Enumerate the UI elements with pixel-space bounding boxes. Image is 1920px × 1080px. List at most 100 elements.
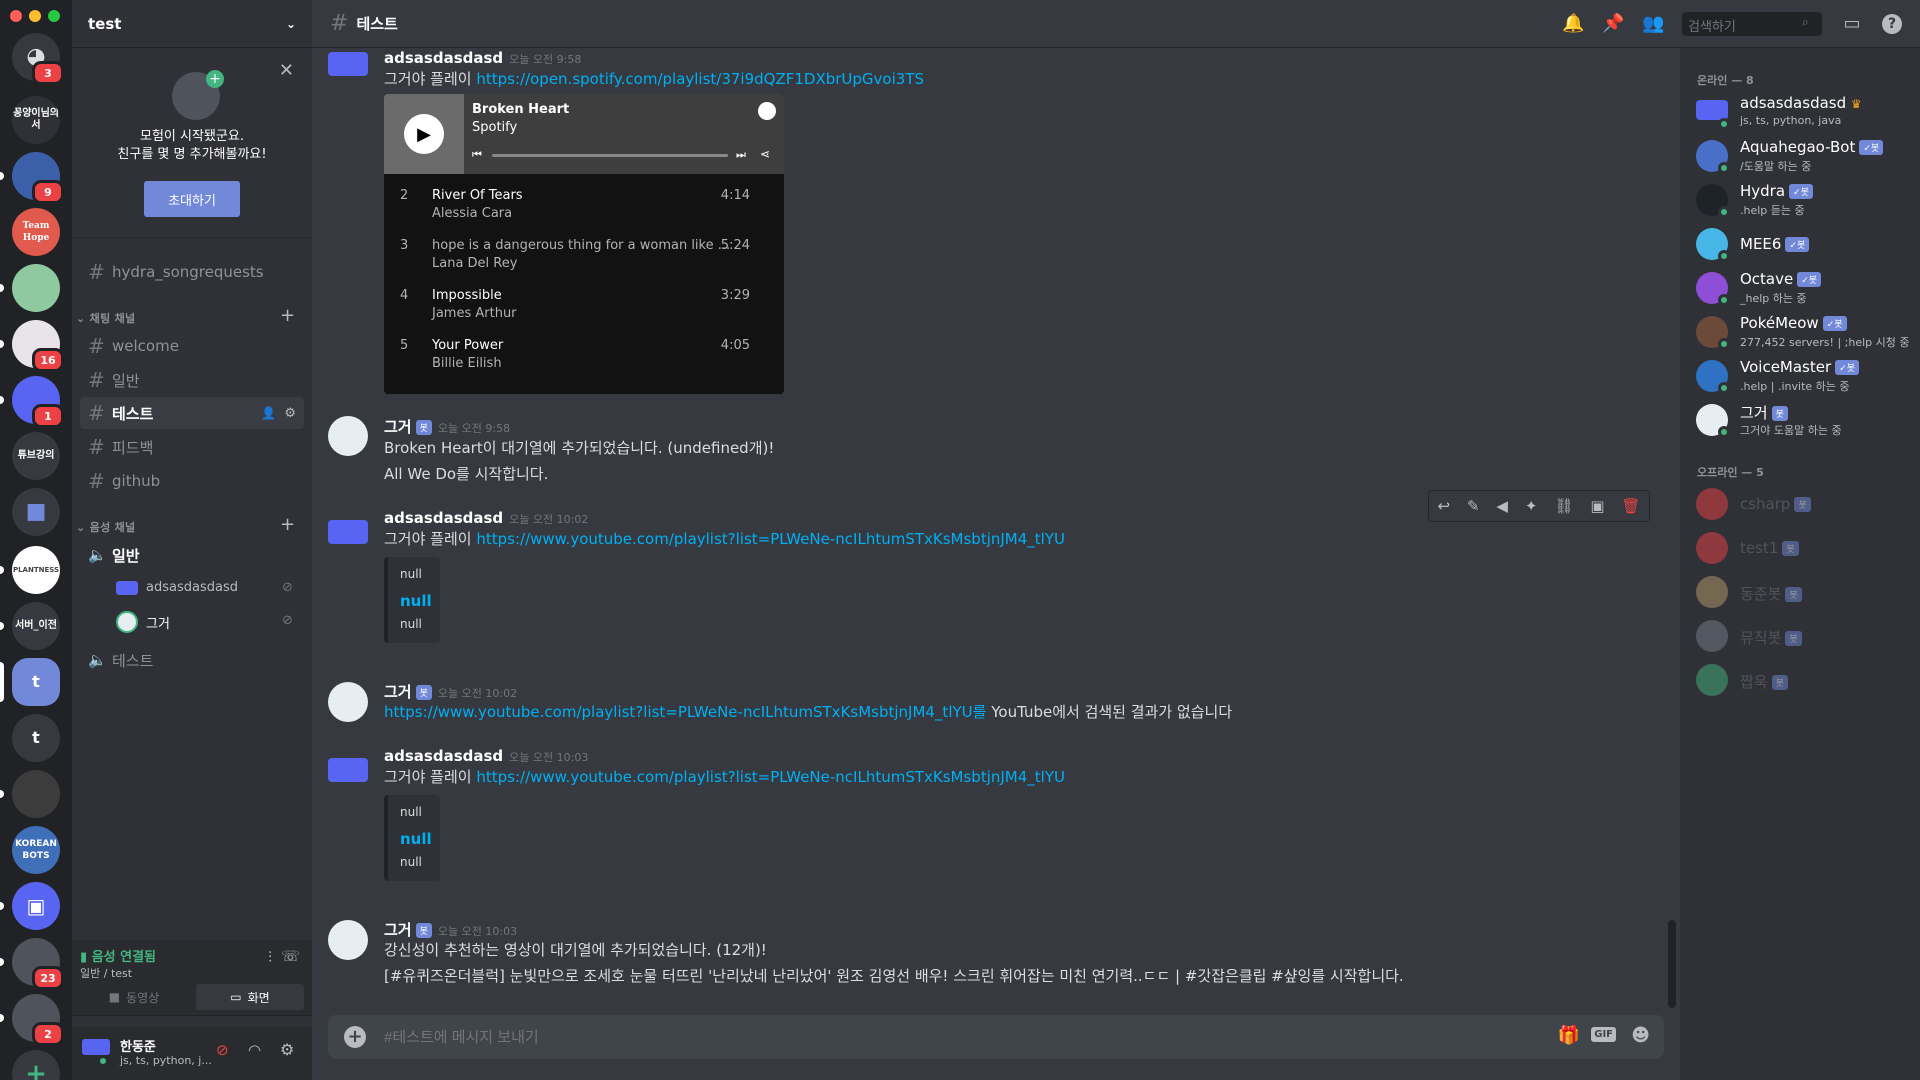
video-button[interactable]: ■ 동영상 (80, 984, 188, 1010)
server-icon[interactable]: 2 (0, 994, 64, 1046)
member-item[interactable]: 동준봇 봇 (1696, 572, 1916, 616)
add-channel-icon[interactable]: + (280, 514, 295, 535)
embed-title[interactable]: null (400, 830, 432, 855)
invite-member-icon[interactable]: 👤 (261, 406, 276, 420)
author-name[interactable]: adsasdasdasd (384, 747, 503, 765)
channel-test-selected[interactable]: # 테스트 👤 ⚙ (80, 397, 304, 429)
voice-channel-general[interactable]: 🔈 일반 (80, 539, 304, 571)
server-icon[interactable]: 16 (0, 320, 64, 372)
chat-scrollbar[interactable] (1668, 920, 1676, 1008)
pin-icon[interactable]: ✦ (1525, 497, 1538, 515)
server-icon[interactable]: 튜브강의 (12, 432, 60, 480)
share-icon[interactable]: ⋖ (760, 147, 770, 161)
embed-title[interactable]: null (400, 592, 432, 617)
member-item[interactable]: MEE6 ✓봇 (1696, 224, 1916, 268)
server-icon[interactable] (0, 264, 60, 312)
avatar[interactable] (328, 52, 368, 76)
server-icon[interactable]: KOREAN BOTS (12, 826, 60, 874)
voice-channel-test[interactable]: 🔈 테스트 (80, 644, 304, 676)
server-icon[interactable]: 23 (0, 938, 64, 990)
channel-hydra-songrequests[interactable]: # hydra_songrequests (80, 256, 304, 288)
member-item[interactable]: PokéMeow ✓봇 277,452 servers! | ;help 시청 중 (1696, 312, 1916, 356)
channel-general[interactable]: # 일반 (80, 364, 304, 396)
gear-icon[interactable]: ⚙ (284, 406, 296, 421)
member-item[interactable]: Hydra ✓봇 .help 듣는 중 (1696, 180, 1916, 224)
playlist-title[interactable]: Broken Heart (472, 102, 569, 117)
server-icon[interactable]: PLANTNESS (0, 546, 60, 594)
author-name[interactable]: adsasdasdasd (384, 509, 503, 527)
voice-location[interactable]: 일반 / test (80, 965, 132, 981)
previous-icon[interactable]: ⏮ (472, 148, 482, 162)
close-window-button[interactable] (10, 10, 22, 22)
server-icon-test-active[interactable]: t (0, 658, 60, 706)
add-server-button[interactable]: + (12, 1050, 60, 1080)
avatar[interactable] (328, 416, 368, 456)
channel-github[interactable]: # github (80, 465, 304, 497)
member-item[interactable]: 짭욱 봇 (1696, 660, 1916, 704)
server-icon[interactable] (0, 770, 60, 818)
track-row[interactable]: 5 Your Power Billie Eilish 4:05 (384, 330, 784, 380)
close-icon[interactable]: ✕ (279, 60, 294, 81)
message-link[interactable]: https://open.spotify.com/playlist/37i9dQ… (476, 70, 924, 88)
copy-id-icon[interactable]: ▣ (1590, 497, 1604, 515)
server-icon[interactable]: t (12, 714, 60, 762)
member-item[interactable]: 그거 봇 그거야 도움말 하는 중 (1696, 400, 1916, 444)
link-icon[interactable]: ⛓ (1554, 497, 1573, 515)
avatar[interactable] (328, 520, 368, 544)
member-item[interactable]: Aquahegao-Bot ✓봇/도움말 하는 중 (1696, 136, 1916, 180)
server-icon[interactable]: 서버_이전 (0, 602, 60, 650)
invite-button[interactable]: 초대하기 (144, 181, 240, 217)
message-input[interactable] (384, 1025, 1384, 1049)
screen-share-button[interactable]: ▭ 화면 (196, 984, 304, 1010)
next-icon[interactable]: ⏭ (736, 148, 746, 162)
pin-icon[interactable]: 📌 (1602, 14, 1624, 34)
server-icon[interactable]: 꽁양이님의서 (12, 96, 60, 144)
emoji-icon[interactable]: ☻ (1631, 1025, 1650, 1046)
reaction-icon[interactable]: ◀ (1496, 497, 1508, 515)
message-link[interactable]: https://www.youtube.com/playlist?list=PL… (476, 530, 1065, 548)
member-item[interactable]: Octave ✓봇 _help 하는 중 (1696, 268, 1916, 312)
disconnect-icon[interactable]: ☏ (281, 947, 300, 965)
delete-icon[interactable]: 🗑 (1621, 497, 1640, 515)
message-link[interactable]: https://www.youtube.com/playlist?list=PL… (476, 768, 1065, 786)
avatar[interactable] (82, 1039, 110, 1055)
progress-bar[interactable] (492, 154, 728, 157)
member-item[interactable]: 뮤직봇 봇 (1696, 616, 1916, 660)
author-name[interactable]: adsasdasdasd (384, 49, 503, 67)
gift-icon[interactable]: 🎁 (1558, 1025, 1580, 1046)
play-button[interactable]: ▶ (404, 114, 444, 154)
search-input[interactable]: 검색하기 (1682, 12, 1822, 36)
member-item[interactable]: test1 봇 (1696, 528, 1916, 572)
avatar[interactable] (328, 758, 368, 782)
maximize-window-button[interactable] (48, 10, 60, 22)
track-row[interactable]: 3 hope is a dangerous thing for a woman l… (384, 230, 784, 280)
voice-user[interactable]: 그거 (116, 611, 170, 633)
gear-icon[interactable]: ⚙ (280, 1040, 294, 1059)
channel-welcome[interactable]: # welcome (80, 330, 304, 362)
category-voice-channels[interactable]: ⌄ 음성 채널 (76, 519, 135, 535)
avatar[interactable] (328, 920, 368, 960)
author-name[interactable]: 그거 (384, 418, 412, 436)
upload-plus-icon[interactable]: + (344, 1026, 366, 1048)
mic-muted-icon[interactable]: ⊘ (216, 1041, 229, 1059)
server-icon[interactable]: 1 (0, 376, 64, 428)
minimize-window-button[interactable] (29, 10, 41, 22)
add-channel-icon[interactable]: + (280, 305, 295, 326)
edit-icon[interactable]: ✎ (1467, 497, 1480, 515)
avatar[interactable] (328, 682, 368, 722)
help-icon[interactable]: ? (1882, 14, 1902, 34)
member-item[interactable]: adsasdasdasd ♛ js, ts, python, java (1696, 92, 1916, 136)
server-icon[interactable]: Team Hope (12, 208, 60, 256)
voice-user[interactable]: adsasdasdasd (116, 580, 238, 595)
noise-suppression-icon[interactable]: ⫶ (268, 948, 272, 966)
server-folder[interactable]: ■ (12, 488, 60, 536)
channel-feedback[interactable]: # 피드백 (80, 431, 304, 463)
gif-icon[interactable]: GIF (1591, 1027, 1616, 1042)
category-text-channels[interactable]: ⌄ 채팅 채널 (76, 310, 135, 326)
message-link[interactable]: https://www.youtube.com/playlist?list=PL… (384, 703, 986, 721)
track-row[interactable]: 4 Impossible James Arthur 3:29 (384, 280, 784, 330)
headphones-icon[interactable]: ◠ (248, 1041, 261, 1059)
home-button[interactable]: ◕ 3 (12, 33, 64, 85)
member-item[interactable]: VoiceMaster ✓봇 .help | .invite 하는 중 (1696, 356, 1916, 400)
member-item[interactable]: csharp 봇 (1696, 484, 1916, 528)
